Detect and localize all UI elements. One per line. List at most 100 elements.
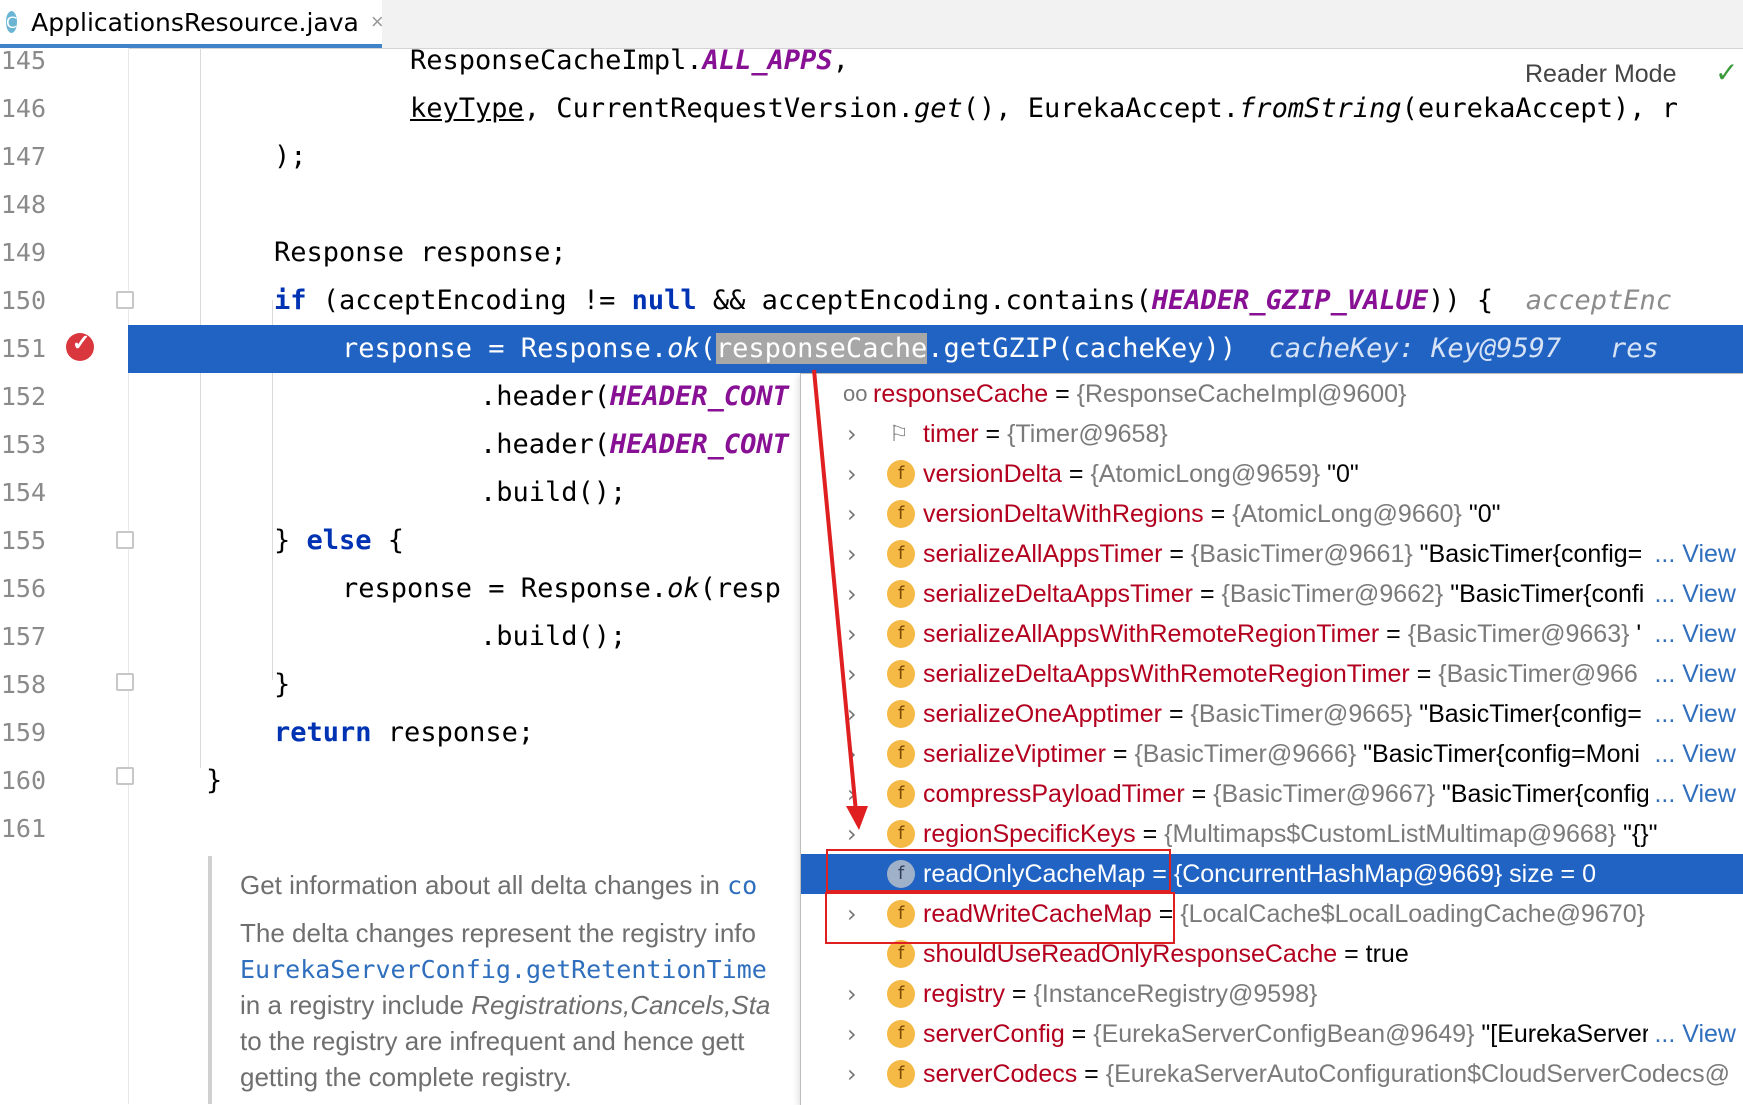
view-link[interactable]: ... View: [1648, 1014, 1736, 1054]
debug-field-row[interactable]: › f serverConfig = {EurekaServerConfigBean…: [801, 1014, 1743, 1054]
code-line-146[interactable]: keyType, CurrentRequestVersion.get(), Eu…: [410, 85, 1678, 133]
selected-expression[interactable]: responseCache: [715, 333, 928, 364]
debug-field-text: serverConfig = {EurekaServerConfigBean@9…: [923, 1014, 1650, 1054]
debug-field-row[interactable]: › ⚐ timer = {Timer@9658}: [801, 414, 1743, 454]
line-number[interactable]: 150: [0, 277, 46, 325]
line-number[interactable]: 155: [0, 517, 46, 565]
debug-field-row[interactable]: › f versionDeltaWithRegions = {AtomicLong@…: [801, 494, 1743, 534]
execution-point-line[interactable]: response = Response.ok(responseCache.get…: [128, 325, 1743, 373]
line-number[interactable]: 158: [0, 661, 46, 709]
debug-field-row[interactable]: › f serializeOneApptimer = {BasicTimer@966…: [801, 694, 1743, 734]
code-line-153[interactable]: .header(HEADER_CONT: [480, 421, 789, 469]
chevron-right-icon[interactable]: ›: [847, 614, 857, 654]
inspection-ok-icon[interactable]: ✓: [1715, 56, 1738, 89]
chevron-right-icon[interactable]: ›: [847, 814, 857, 854]
debug-value-popup[interactable]: oo responseCache = {ResponseCacheImpl@96…: [800, 373, 1743, 1105]
chevron-right-icon[interactable]: ›: [847, 454, 857, 494]
doc-link[interactable]: EurekaServerConfig.getRetentionTime: [240, 954, 767, 985]
chevron-right-icon[interactable]: ›: [847, 534, 857, 574]
field-icon: f: [887, 460, 915, 488]
line-number[interactable]: 159: [0, 709, 46, 757]
debug-field-row[interactable]: › f serializeAllAppsWithRemoteRegionTimer …: [801, 614, 1743, 654]
fold-marker[interactable]: [116, 767, 134, 785]
indent-guide: [200, 48, 201, 768]
field-name: serializeOneApptimer: [923, 700, 1162, 728]
line-number[interactable]: 148: [0, 181, 46, 229]
code-line-159[interactable]: return response;: [274, 709, 534, 757]
line-number[interactable]: 153: [0, 421, 46, 469]
debug-field-row[interactable]: › f serverCodecs = {EurekaServerAutoConfig…: [801, 1054, 1743, 1094]
code-line-147[interactable]: );: [274, 133, 307, 181]
view-link[interactable]: ... View: [1648, 734, 1736, 774]
debug-field-row[interactable]: › f regionSpecificKeys = {Multimaps$Custom…: [801, 814, 1743, 854]
code-line-160[interactable]: }: [206, 757, 222, 805]
debug-field-row[interactable]: › f registry = {InstanceRegistry@9598}: [801, 974, 1743, 1014]
view-link[interactable]: ... View: [1648, 774, 1736, 814]
debug-field-row[interactable]: › f serializeAllAppsTimer = {BasicTimer@96…: [801, 534, 1743, 574]
code-line-151[interactable]: response = Response.ok(responseCache.get…: [342, 325, 1659, 373]
line-number[interactable]: 146: [0, 85, 46, 133]
code-line-150[interactable]: if (acceptEncoding != null && acceptEnco…: [274, 277, 1672, 325]
chevron-right-icon[interactable]: ›: [847, 654, 857, 694]
code-line-155[interactable]: } else {: [274, 517, 404, 565]
debug-field-text: compressPayloadTimer = {BasicTimer@9667}…: [923, 774, 1650, 814]
debug-field-row[interactable]: › f serializeDeltaAppsWithRemoteRegionTime…: [801, 654, 1743, 694]
chevron-right-icon[interactable]: ›: [847, 574, 857, 614]
java-class-icon: C: [6, 11, 18, 33]
debug-field-text: versionDeltaWithRegions = {AtomicLong@96…: [923, 494, 1501, 534]
debug-field-row[interactable]: › f compressPayloadTimer = {BasicTimer@966…: [801, 774, 1743, 814]
line-number[interactable]: 149: [0, 229, 46, 277]
field-extra: "BasicTimer{config=: [1412, 700, 1642, 728]
field-name: compressPayloadTimer: [923, 780, 1185, 808]
tab-applications-resource[interactable]: C ApplicationsResource.java ×: [0, 0, 384, 48]
chevron-right-icon[interactable]: ›: [847, 1054, 857, 1094]
flag-icon: ⚐: [889, 421, 909, 446]
fold-marker[interactable]: [116, 531, 134, 549]
view-link[interactable]: ... View: [1648, 614, 1736, 654]
close-icon[interactable]: ×: [371, 9, 384, 35]
code-line-145[interactable]: ResponseCacheImpl.ALL_APPS,: [410, 37, 849, 85]
line-number[interactable]: 157: [0, 613, 46, 661]
line-number[interactable]: 147: [0, 133, 46, 181]
field-name: serverConfig: [923, 1020, 1065, 1048]
view-link[interactable]: ... View: [1648, 534, 1736, 574]
debug-field-row[interactable]: › f serializeViptimer = {BasicTimer@9666} …: [801, 734, 1743, 774]
line-number[interactable]: 156: [0, 565, 46, 613]
fold-marker[interactable]: [116, 291, 134, 309]
line-number[interactable]: 161: [0, 805, 46, 853]
line-number[interactable]: 151: [0, 325, 46, 373]
debug-field-text: registry = {InstanceRegistry@9598}: [923, 974, 1317, 1014]
field-extra: size = 0: [1502, 860, 1597, 888]
chevron-right-icon[interactable]: ›: [847, 694, 857, 734]
view-link[interactable]: ... View: [1648, 574, 1736, 614]
chevron-right-icon[interactable]: ›: [847, 734, 857, 774]
debug-field-text: versionDelta = {AtomicLong@9659} "0": [923, 454, 1359, 494]
chevron-right-icon[interactable]: ›: [847, 974, 857, 1014]
code-line-154[interactable]: .build();: [480, 469, 626, 517]
fold-marker[interactable]: [116, 673, 134, 691]
line-number[interactable]: 152: [0, 373, 46, 421]
code-line-149[interactable]: Response response;: [274, 229, 567, 277]
chevron-right-icon[interactable]: ›: [847, 414, 857, 454]
chevron-right-icon[interactable]: ›: [847, 774, 857, 814]
field-name: timer: [923, 420, 979, 448]
doc-line: The delta changes represent the registry…: [240, 918, 756, 948]
field-value: {BasicTimer@9665}: [1190, 700, 1413, 728]
code-line-157[interactable]: .build();: [480, 613, 626, 661]
chevron-right-icon[interactable]: ›: [847, 1014, 857, 1054]
debug-field-row[interactable]: › f versionDelta = {AtomicLong@9659} "0": [801, 454, 1743, 494]
code-line-158[interactable]: }: [274, 661, 290, 709]
line-number[interactable]: 145: [0, 37, 46, 85]
debug-root-row[interactable]: oo responseCache = {ResponseCacheImpl@96…: [801, 374, 1743, 414]
debug-field-text: serializeViptimer = {BasicTimer@9666} "B…: [923, 734, 1640, 774]
chevron-right-icon[interactable]: ›: [847, 494, 857, 534]
code-line-152[interactable]: .header(HEADER_CONT: [480, 373, 789, 421]
view-link[interactable]: ... View: [1648, 694, 1736, 734]
line-number[interactable]: 160: [0, 757, 46, 805]
view-link[interactable]: ... View: [1648, 654, 1736, 694]
code-line-156[interactable]: response = Response.ok(resp: [342, 565, 781, 613]
line-number[interactable]: 154: [0, 469, 46, 517]
field-extra: "BasicTimer{config=: [1412, 540, 1643, 568]
field-icon: f: [887, 940, 915, 968]
debug-field-row[interactable]: › f serializeDeltaAppsTimer = {BasicTimer@…: [801, 574, 1743, 614]
